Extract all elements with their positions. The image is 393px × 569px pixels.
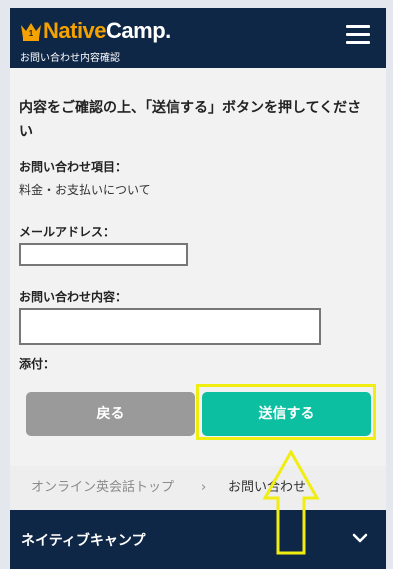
brand-logo[interactable]: NativeCamp. — [43, 17, 171, 45]
inquiry-item-value: 料金・お支払いについて — [19, 183, 151, 197]
content-label: お問い合わせ内容： — [19, 290, 128, 304]
inquiry-item-label: お問い合わせ項目： — [19, 160, 128, 174]
logo-text-native: Native — [43, 18, 107, 43]
attachment-label: 添付： — [19, 357, 56, 371]
back-button[interactable]: 戻る — [26, 392, 195, 436]
footer-accordion[interactable]: ネイティブキャンプ — [10, 510, 386, 569]
site-header: 1 NativeCamp. お問い合わせ内容確認 — [10, 8, 386, 68]
logo-text-camp: Camp. — [106, 18, 171, 43]
instruction-text: 内容をご確認の上、「送信する」ボタンを押してください — [19, 100, 362, 140]
breadcrumb-separator: › — [201, 480, 207, 495]
svg-text:1: 1 — [29, 29, 34, 38]
chevron-down-icon[interactable] — [352, 532, 368, 544]
email-field[interactable] — [19, 243, 188, 266]
breadcrumb: オンライン英会話トップ › お問い合わせ — [10, 466, 386, 510]
email-label: メールアドレス： — [19, 225, 116, 239]
page: 1 NativeCamp. お問い合わせ内容確認 内容をご確認の上、「送信する」… — [10, 8, 386, 569]
hamburger-menu-icon[interactable] — [346, 25, 370, 45]
footer-title: ネイティブキャンプ — [21, 533, 146, 549]
send-button-highlight — [196, 384, 376, 440]
page-subtitle: お問い合わせ内容確認 — [20, 53, 120, 64]
up-arrow-annotation-icon — [262, 450, 320, 555]
breadcrumb-home-link[interactable]: オンライン英会話トップ — [31, 466, 174, 510]
crown-icon: 1 — [21, 23, 41, 41]
inquiry-content-field[interactable] — [19, 308, 321, 345]
